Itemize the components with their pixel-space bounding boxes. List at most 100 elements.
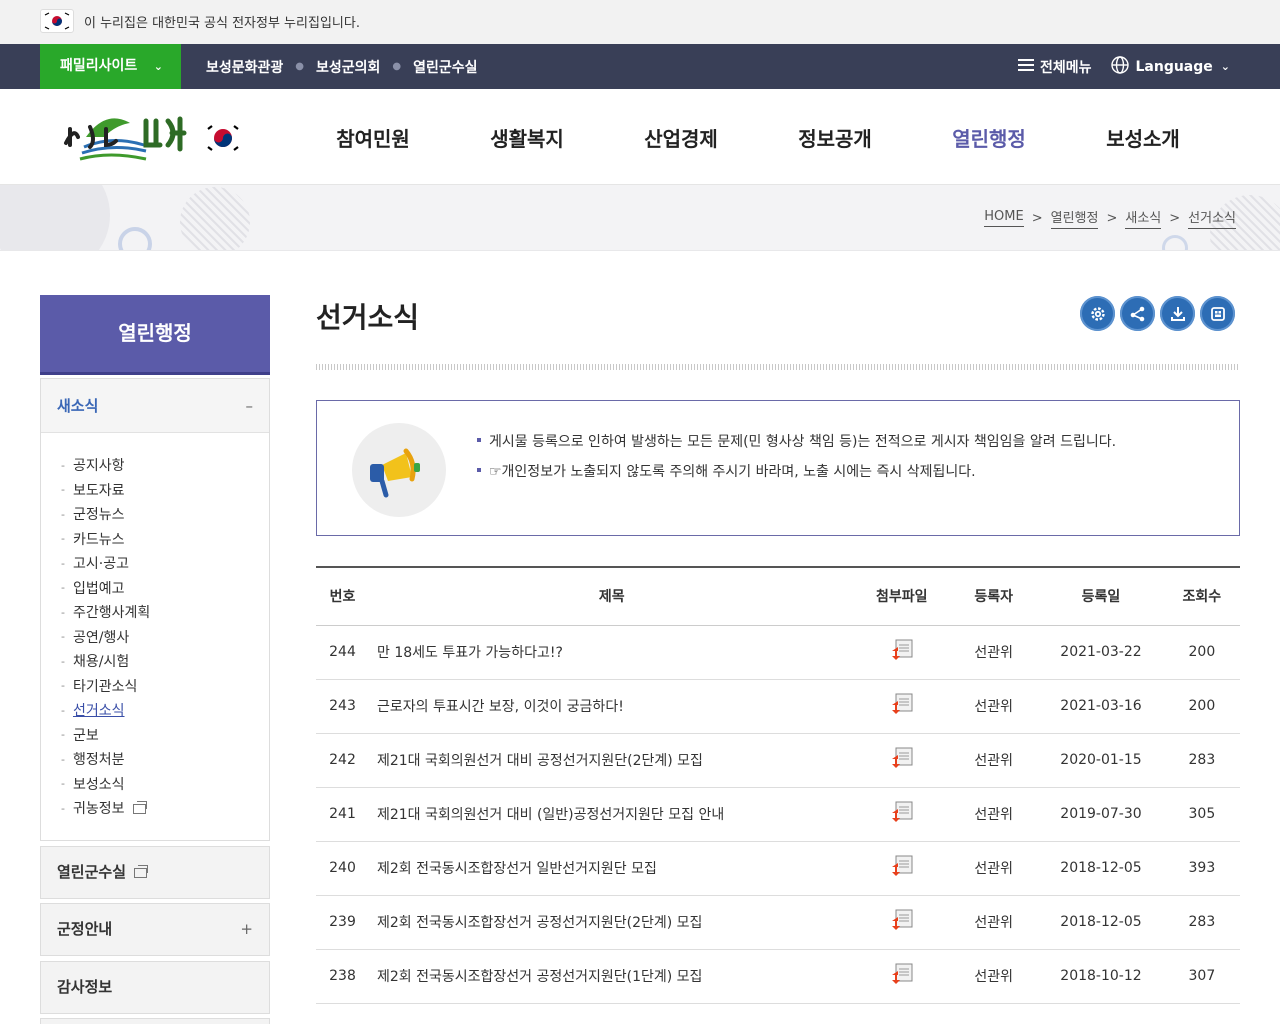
row-attachment[interactable] — [854, 733, 950, 788]
sidebar-list: - 공지사항 - 보도자료 - 군정뉴스 - 카드뉴스 - 고시·공고 - 입법예고 - 주간… — [41, 433, 269, 821]
util-link-council[interactable]: 보성군의회 — [316, 57, 380, 77]
row-views: 283 — [1163, 895, 1240, 950]
sidebar-menu-audit[interactable]: 감사정보 — [40, 961, 270, 1014]
row-title-link[interactable]: 근로자의 투표시간 보장, 이것이 궁금하다! — [368, 679, 855, 734]
sidebar-item-other-agencies[interactable]: - 타기관소식 — [61, 674, 269, 699]
nav-participation[interactable]: 참여민원 — [296, 123, 450, 152]
sidebar-item-weekly-plan[interactable]: - 주간행사계획 — [61, 600, 269, 625]
row-title-link[interactable]: 만 18세도 투표가 가능하다고!? — [368, 625, 855, 680]
plus-icon: + — [240, 920, 253, 938]
share-icon[interactable] — [1120, 296, 1155, 331]
sidebar-item-recruitment[interactable]: - 채용/시험 — [61, 649, 269, 674]
nav-about-boseong[interactable]: 보성소개 — [1066, 123, 1220, 152]
row-attachment[interactable] — [854, 787, 950, 842]
row-attachment[interactable] — [854, 679, 950, 734]
sidebar-item-press[interactable]: - 보도자료 — [61, 478, 269, 503]
sidebar-menu-label: 감사정보 — [57, 978, 113, 996]
attachment-download-icon[interactable] — [890, 909, 914, 931]
sidebar-item-admin-actions[interactable]: - 행정처분 — [61, 747, 269, 772]
bullet: - — [61, 507, 65, 521]
row-attachment[interactable] — [854, 895, 950, 950]
sidebar-item-label: 채용/시험 — [72, 654, 130, 671]
all-menu-button[interactable]: 전체메뉴 — [1017, 57, 1091, 77]
family-site-button[interactable]: 패밀리사이트 ⌄ — [40, 44, 181, 89]
sidebar-item-label: 공지사항 — [72, 458, 125, 475]
row-writer: 선관위 — [949, 895, 1039, 950]
print-icon[interactable] — [1200, 296, 1235, 331]
table-row[interactable]: 240 제2회 전국동시조합장선거 일반선거지원단 모집 선관위 2018-12-05… — [316, 841, 1240, 896]
korea-flag-icon — [40, 9, 74, 33]
sidebar-item-notices[interactable]: - 공지사항 — [61, 453, 269, 478]
col-header-attachment: 첨부파일 — [854, 566, 950, 626]
sidebar-item-card-news[interactable]: - 카드뉴스 — [61, 527, 269, 552]
sidebar-item-label: 주간행사계획 — [72, 605, 151, 622]
row-views: 305 — [1163, 787, 1240, 842]
table-header-row: 번호 제목 첨부파일 등록자 등록일 조회수 — [316, 566, 1240, 626]
table-row[interactable]: 242 제21대 국회의원선거 대비 공정선거지원단(2단계) 모집 선관위 2020… — [316, 733, 1240, 788]
row-title-link[interactable]: 제21대 국회의원선거 대비 (일반)공정선거지원단 모집 안내 — [368, 787, 855, 842]
bullet: - — [61, 483, 65, 497]
board-body: 244 만 18세도 투표가 가능하다고!? 선관위 2021-03-22 200 243… — [316, 625, 1240, 1004]
sidebar-item-events[interactable]: - 공연/행사 — [61, 625, 269, 650]
nav-open-administration[interactable]: 열린행정 — [912, 123, 1066, 152]
row-title-link[interactable]: 제21대 국회의원선거 대비 공정선거지원단(2단계) 모집 — [368, 733, 855, 788]
row-title-link[interactable]: 제2회 전국동시조합장선거 일반선거지원단 모집 — [368, 841, 855, 896]
table-row[interactable]: 239 제2회 전국동시조합장선거 공정선거지원단(2단계) 모집 선관위 2018-… — [316, 895, 1240, 950]
boseong-logo[interactable] — [60, 107, 245, 167]
table-row[interactable]: 244 만 18세도 투표가 가능하다고!? 선관위 2021-03-22 200 — [316, 625, 1240, 680]
util-link-culture-tour[interactable]: 보성문화관광 — [206, 57, 283, 77]
sidebar-item-label: 군보 — [72, 727, 99, 744]
gov-banner-text: 이 누리집은 대한민국 공식 전자정부 누리집입니다. — [84, 16, 360, 31]
sidebar-item-county-bulletin[interactable]: - 군보 — [61, 723, 269, 748]
sidebar-item-boseong-news[interactable]: - 보성소식 — [61, 772, 269, 797]
sidebar-item-announcements[interactable]: - 고시·공고 — [61, 551, 269, 576]
chevron-down-icon: ⌄ — [1220, 60, 1230, 73]
row-attachment[interactable] — [854, 841, 950, 896]
nav-welfare[interactable]: 생활복지 — [450, 123, 604, 152]
breadcrumb-open-admin[interactable]: 열린행정 — [1050, 207, 1099, 229]
attachment-download-icon[interactable] — [890, 801, 914, 823]
row-title-link[interactable]: 제2회 전국동시조합장선거 공정선거지원단(2단계) 모집 — [368, 895, 855, 950]
settings-gear-icon[interactable] — [1080, 296, 1115, 331]
table-row[interactable]: 243 근로자의 투표시간 보장, 이것이 궁금하다! 선관위 2021-03-16 2… — [316, 679, 1240, 734]
row-title-link[interactable]: 제2회 전국동시조합장선거 공정선거지원단(1단계) 모집 — [368, 949, 855, 1004]
attachment-download-icon[interactable] — [890, 747, 914, 769]
sidebar-menu-governor[interactable]: 열린군수실 — [40, 846, 270, 899]
attachment-download-icon[interactable] — [890, 639, 914, 661]
hamburger-icon — [1017, 58, 1034, 76]
row-number: 243 — [316, 679, 369, 734]
nav-economy[interactable]: 산업경제 — [604, 123, 758, 152]
language-button[interactable]: Language ⌄ — [1111, 55, 1230, 78]
row-attachment[interactable] — [854, 949, 950, 1004]
sidebar-section-news[interactable]: 새소식 – — [41, 379, 269, 433]
attachment-download-icon[interactable] — [890, 963, 914, 985]
row-number: 244 — [316, 625, 369, 680]
sidebar-item-county-news[interactable]: - 군정뉴스 — [61, 502, 269, 527]
table-row[interactable]: 238 제2회 전국동시조합장선거 공정선거지원단(1단계) 모집 선관위 2018-… — [316, 949, 1240, 1004]
sidebar-item-farming-info[interactable]: - 귀농정보 — [61, 796, 269, 821]
sidebar-menu-county-guide[interactable]: 군정안내 + — [40, 903, 270, 956]
breadcrumb-home[interactable]: HOME — [984, 209, 1024, 227]
bullet: - — [61, 752, 65, 766]
breadcrumb-election-news[interactable]: 선거소식 — [1188, 207, 1236, 229]
attachment-download-icon[interactable] — [890, 855, 914, 877]
bullet: - — [61, 777, 65, 791]
download-icon[interactable] — [1160, 296, 1195, 331]
row-number: 239 — [316, 895, 369, 950]
sidebar-item-legislation[interactable]: - 입법예고 — [61, 576, 269, 601]
table-row[interactable]: 241 제21대 국회의원선거 대비 (일반)공정선거지원단 모집 안내 선관위 20… — [316, 787, 1240, 842]
breadcrumb-news[interactable]: 새소식 — [1125, 207, 1162, 229]
breadcrumb: HOME > 열린행정 > 새소식 > 선거소식 — [984, 207, 1236, 229]
col-header-number: 번호 — [316, 566, 369, 626]
nav-information[interactable]: 정보공개 — [758, 123, 912, 152]
main-nav: 참여민원 생활복지 산업경제 정보공개 열린행정 보성소개 — [296, 89, 1220, 185]
row-attachment[interactable] — [854, 625, 950, 680]
bullet: - — [61, 581, 65, 595]
sidebar-menu-label: 군정안내 — [57, 920, 113, 938]
bullet: - — [61, 703, 65, 717]
col-header-writer: 등록자 — [949, 566, 1039, 626]
sidebar-menu-next[interactable] — [40, 1018, 270, 1024]
sidebar-item-election-news[interactable]: - 선거소식 — [61, 698, 269, 723]
attachment-download-icon[interactable] — [890, 693, 914, 715]
util-link-governor[interactable]: 열린군수실 — [413, 57, 477, 77]
